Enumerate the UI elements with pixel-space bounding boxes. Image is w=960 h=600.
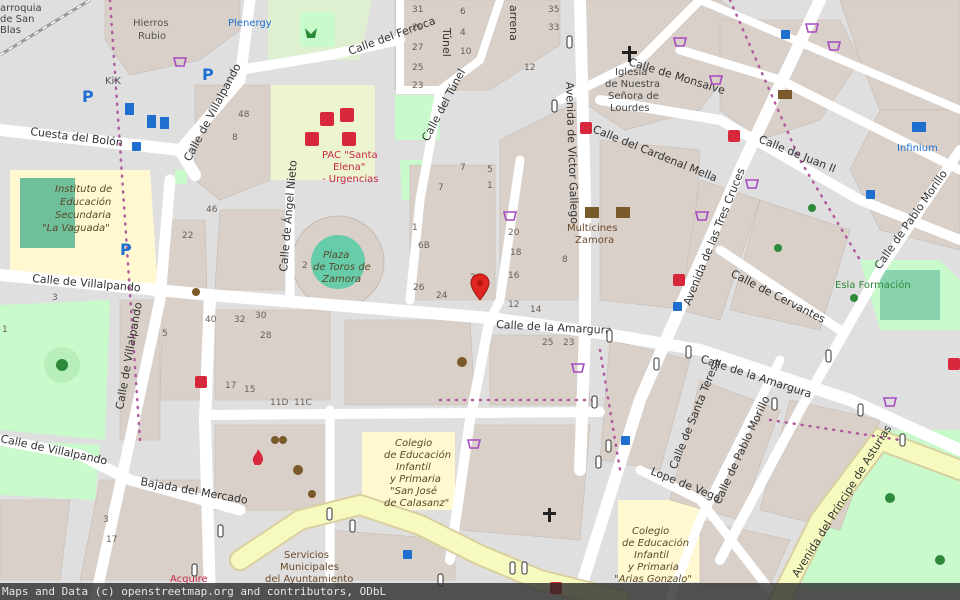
place-label: PAC "Santa (322, 150, 378, 161)
place-label: Colegio (632, 526, 669, 537)
house-number: 12 (524, 63, 535, 73)
place-label: Plaza (323, 250, 349, 261)
place-label: y Primaria (389, 474, 441, 485)
house-number: 25 (542, 338, 553, 348)
place-label: Esla Formación (835, 279, 911, 291)
house-number: 11D (270, 398, 288, 408)
place-label: Municipales (280, 562, 339, 573)
place-label: de San (0, 14, 35, 25)
house-number: 7 (438, 183, 444, 193)
place-label: Secundaria (55, 210, 111, 221)
house-number: 33 (548, 23, 559, 33)
place-label: Rubio (138, 31, 166, 42)
house-number: 35 (548, 5, 559, 15)
park-feature-icon (885, 493, 895, 503)
house-number: 10 (460, 47, 472, 57)
map-viewport[interactable]: Cuesta del Bolón Calle de Villalpando Ca… (0, 0, 960, 600)
house-number: 12 (508, 300, 519, 310)
place-label: Infinium (897, 143, 938, 154)
place-label: Infantil (396, 462, 431, 473)
house-number: 7 (460, 163, 466, 173)
place-label: "San José (390, 485, 437, 497)
svg-text:P: P (120, 240, 132, 259)
house-number: 3 (103, 515, 109, 525)
house-number: 1 (2, 325, 8, 335)
street-label: Túnel (440, 27, 453, 57)
house-number: 25 (412, 63, 423, 73)
house-number: 17 (106, 535, 117, 545)
park-feature-icon (56, 359, 68, 371)
house-number: 8 (232, 133, 238, 143)
place-label: Señora de (608, 91, 659, 102)
house-number: 20 (508, 228, 520, 238)
place-label: Educación (60, 196, 111, 208)
place-label: KiK (105, 76, 121, 87)
place-label: de Calasanz" (384, 498, 449, 509)
place-label: Colegio (395, 438, 432, 449)
house-number: 8 (562, 255, 568, 265)
house-number: 5 (487, 165, 493, 175)
place-label: Infantil (634, 550, 669, 561)
house-number: 31 (412, 5, 423, 15)
place-label: de Toros de (313, 262, 371, 273)
house-number: 2 (302, 261, 308, 271)
place-label: de Educación (384, 449, 451, 461)
place-label: Servicios (284, 550, 329, 561)
house-number: 27 (412, 43, 423, 53)
place-label: arroquia (0, 3, 42, 14)
place-label: Blas (0, 25, 21, 36)
house-number: 48 (238, 110, 250, 120)
house-number: 14 (530, 305, 542, 315)
house-number: 26 (413, 283, 425, 293)
house-number: 17 (225, 381, 236, 391)
house-number: 40 (205, 315, 217, 325)
house-number: 6 (460, 7, 466, 17)
house-number: 1 (412, 223, 418, 233)
place-label: Zamora (575, 235, 614, 246)
place-label: Iglesia (615, 67, 647, 78)
map-canvas[interactable]: Cuesta del Bolón Calle de Villalpando Ca… (0, 0, 960, 600)
house-number: 16 (508, 271, 520, 281)
house-number: 24 (436, 291, 448, 301)
house-number: 6B (418, 241, 430, 251)
place-label: - Urgencias (322, 174, 379, 185)
house-number: 46 (206, 205, 218, 215)
place-label: y Primaria (627, 562, 679, 573)
place-label: Elena" (333, 162, 365, 173)
place-label: "La Vaguada" (42, 223, 110, 234)
svg-text:P: P (202, 65, 214, 84)
house-number: 5 (162, 329, 168, 339)
house-number: 18 (510, 248, 522, 258)
house-number: 23 (563, 338, 574, 348)
house-number: 22 (182, 231, 193, 241)
house-number: 3 (52, 293, 58, 303)
map-attribution: Maps and Data (c) openstreetmap.org and … (0, 583, 960, 600)
house-number: 32 (234, 315, 245, 325)
park-feature-icon (935, 555, 945, 565)
place-label: de Nuestra (605, 79, 660, 90)
house-number: 29 (412, 23, 424, 33)
house-number: 23 (412, 81, 423, 91)
place-label: Lourdes (610, 103, 650, 114)
place-label: de Educación (622, 537, 689, 549)
house-number: 15 (244, 385, 255, 395)
place-label: Plenergy (228, 18, 272, 29)
place-label: Multicines (567, 223, 617, 234)
house-number: 28 (260, 331, 272, 341)
place-label: Zamora (321, 274, 361, 285)
place-label: Hierros (133, 18, 169, 29)
house-number: 11C (294, 398, 312, 408)
house-number: 4 (460, 28, 466, 38)
street-label: arrena (507, 5, 520, 41)
info-flag-icon (912, 122, 926, 132)
svg-text:P: P (82, 87, 94, 106)
house-number: 30 (255, 311, 267, 321)
house-number: 1 (487, 181, 493, 191)
place-label: Instituto de (55, 184, 112, 195)
